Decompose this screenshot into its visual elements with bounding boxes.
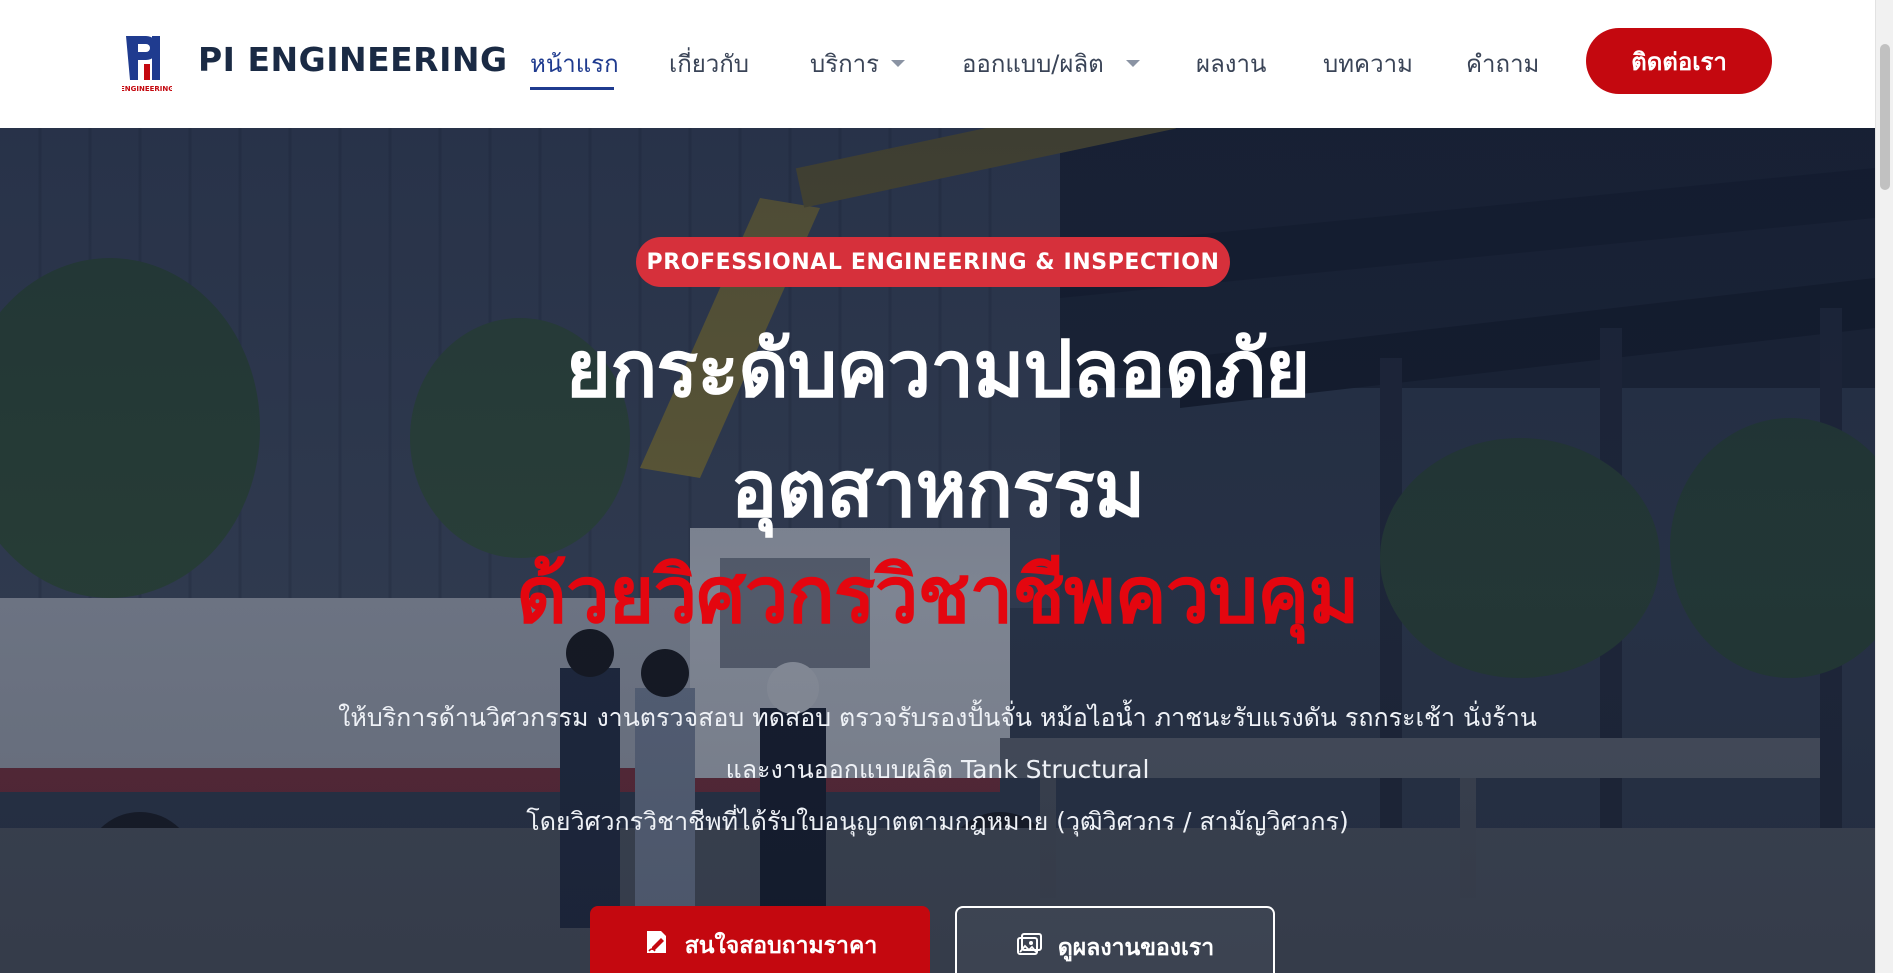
design-caret-down-icon[interactable]: [1126, 60, 1140, 67]
nav-portfolio[interactable]: ผลงาน: [1196, 44, 1266, 83]
hero-description-line2: และงานออกแบบผลิต Tank Structural: [725, 755, 1150, 784]
hero-headline-line1: ยกระดับความปลอดภัย: [565, 325, 1310, 415]
view-portfolio-label: ดูผลงานของเรา: [1057, 935, 1215, 961]
edit-document-icon: [646, 931, 666, 953]
hero-section: PROFESSIONAL ENGINEERING & INSPECTION ยก…: [0, 128, 1875, 973]
hero-badge: PROFESSIONAL ENGINEERING & INSPECTION: [636, 237, 1230, 287]
contact-button[interactable]: ติดต่อเรา: [1586, 28, 1772, 94]
nav-home[interactable]: หน้าแรก: [530, 44, 619, 83]
nav-active-indicator: [530, 87, 614, 90]
nav-design-manufacture[interactable]: ออกแบบ/ผลิต: [962, 44, 1104, 83]
brand-name[interactable]: PI ENGINEERING: [198, 40, 508, 79]
image-gallery-icon: [1016, 933, 1042, 955]
nav-faq[interactable]: คำถาม: [1466, 44, 1539, 83]
logo-caption: ENGINEERING: [122, 85, 172, 93]
hero-description-line1: ให้บริการด้านวิศวกรรม งานตรวจสอบ ทดสอบ ต…: [338, 703, 1537, 732]
hero-headline-line2: อุตสาหกรรม: [730, 445, 1146, 535]
page-scrollbar[interactable]: [1875, 0, 1893, 973]
nav-articles[interactable]: บทความ: [1323, 44, 1413, 83]
hero-headline-line3: ด้วยวิศวกรวิชาชีพควบคุม: [516, 551, 1359, 641]
view-portfolio-button[interactable]: ดูผลงานของเรา: [955, 906, 1275, 973]
scrollbar-thumb[interactable]: [1880, 44, 1890, 190]
pi-engineering-logo[interactable]: ENGINEERING: [122, 30, 172, 94]
request-quote-button[interactable]: สนใจสอบถามราคา: [590, 906, 930, 973]
nav-about[interactable]: เกี่ยวกับ: [669, 44, 749, 83]
nav-services[interactable]: บริการ: [810, 44, 879, 83]
hero-description-line3: โดยวิศวกรวิชาชีพที่ได้รับใบอนุญาตตามกฎหม…: [526, 807, 1349, 836]
request-quote-label: สนใจสอบถามราคา: [684, 933, 878, 959]
site-header: ENGINEERING PI ENGINEERING หน้าแรก เกี่ย…: [0, 0, 1875, 128]
services-caret-down-icon[interactable]: [891, 60, 905, 67]
